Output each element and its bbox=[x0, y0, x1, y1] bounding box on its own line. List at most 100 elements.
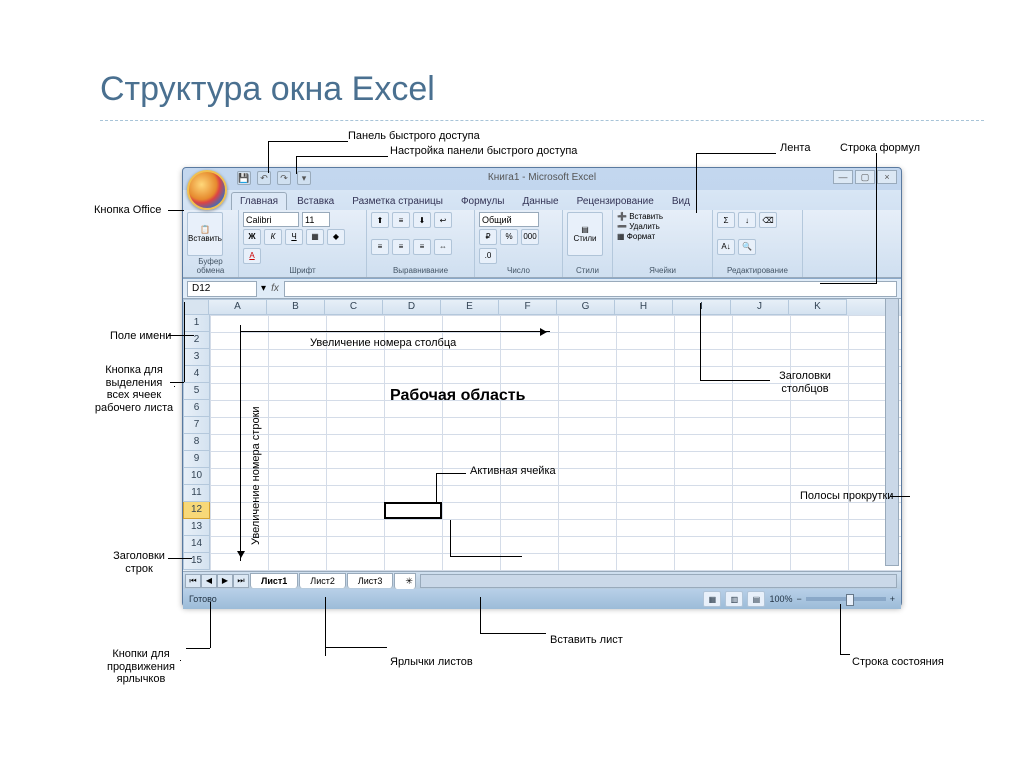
underline-button[interactable]: Ч bbox=[285, 229, 303, 245]
window-title: Книга1 - Microsoft Excel bbox=[488, 172, 596, 183]
row-12[interactable]: 12 bbox=[183, 502, 210, 519]
col-f[interactable]: F bbox=[499, 299, 557, 315]
autosum-icon[interactable]: Σ bbox=[717, 212, 735, 228]
col-i[interactable]: I bbox=[673, 299, 731, 315]
fill-color-button[interactable]: ◆ bbox=[327, 229, 345, 245]
office-button[interactable] bbox=[187, 170, 227, 210]
bold-button[interactable]: Ж bbox=[243, 229, 261, 245]
active-cell[interactable] bbox=[384, 502, 442, 519]
vertical-scrollbar[interactable] bbox=[885, 298, 899, 566]
comma-icon[interactable]: 000 bbox=[521, 229, 539, 245]
col-b[interactable]: B bbox=[267, 299, 325, 315]
callout-nav-buttons: Кнопки для продвижения ярлычков bbox=[96, 648, 186, 686]
group-alignment: Выравнивание bbox=[371, 265, 470, 275]
col-k[interactable]: K bbox=[789, 299, 847, 315]
col-g[interactable]: G bbox=[557, 299, 615, 315]
zoom-out-button[interactable]: − bbox=[796, 594, 801, 604]
col-c[interactable]: C bbox=[325, 299, 383, 315]
border-button[interactable]: ▦ bbox=[306, 229, 324, 245]
save-icon[interactable]: 💾 bbox=[237, 171, 251, 185]
customize-qa-icon[interactable]: ▾ bbox=[297, 171, 311, 185]
row-11[interactable]: 11 bbox=[183, 485, 210, 502]
number-format-select[interactable] bbox=[479, 212, 539, 227]
row-7[interactable]: 7 bbox=[183, 417, 210, 434]
find-icon[interactable]: 🔍 bbox=[738, 239, 756, 255]
tab-formulas[interactable]: Формулы bbox=[453, 193, 513, 210]
maximize-button[interactable]: ▢ bbox=[855, 170, 875, 184]
align-left-icon[interactable]: ≡ bbox=[371, 239, 389, 255]
undo-icon[interactable]: ↶ bbox=[257, 171, 271, 185]
nav-first-icon[interactable]: ⏮ bbox=[185, 574, 201, 588]
font-name-select[interactable] bbox=[243, 212, 299, 227]
font-size-select[interactable] bbox=[302, 212, 330, 227]
row-4[interactable]: 4 bbox=[183, 366, 210, 383]
currency-icon[interactable]: ₽ bbox=[479, 229, 497, 245]
row-13[interactable]: 13 bbox=[183, 519, 210, 536]
nav-last-icon[interactable]: ⏭ bbox=[233, 574, 249, 588]
row-8[interactable]: 8 bbox=[183, 434, 210, 451]
insert-sheet-button[interactable]: ✳ bbox=[394, 573, 416, 589]
row-14[interactable]: 14 bbox=[183, 536, 210, 553]
fill-icon[interactable]: ↓ bbox=[738, 212, 756, 228]
view-break-icon[interactable]: ▤ bbox=[747, 591, 765, 607]
align-bot-icon[interactable]: ⬇ bbox=[413, 212, 431, 228]
align-mid-icon[interactable]: ≡ bbox=[392, 212, 410, 228]
col-h[interactable]: H bbox=[615, 299, 673, 315]
redo-icon[interactable]: ↷ bbox=[277, 171, 291, 185]
insert-cells-button[interactable]: ➕ Вставить bbox=[617, 212, 663, 221]
merge-icon[interactable]: ⇔ bbox=[434, 239, 452, 255]
align-top-icon[interactable]: ⬆ bbox=[371, 212, 389, 228]
row-3[interactable]: 3 bbox=[183, 349, 210, 366]
nav-next-icon[interactable]: ▶ bbox=[217, 574, 233, 588]
col-increase-label: Увеличение номера столбца bbox=[310, 337, 456, 349]
sort-icon[interactable]: A↓ bbox=[717, 239, 735, 255]
name-box[interactable] bbox=[187, 281, 257, 297]
view-normal-icon[interactable]: ▦ bbox=[703, 591, 721, 607]
col-d[interactable]: D bbox=[383, 299, 441, 315]
col-j[interactable]: J bbox=[731, 299, 789, 315]
percent-icon[interactable]: % bbox=[500, 229, 518, 245]
row-10[interactable]: 10 bbox=[183, 468, 210, 485]
styles-button[interactable]: ▤Стили bbox=[567, 212, 603, 256]
italic-button[interactable]: К bbox=[264, 229, 282, 245]
col-a[interactable]: A bbox=[209, 299, 267, 315]
clear-icon[interactable]: ⌫ bbox=[759, 212, 777, 228]
align-center-icon[interactable]: ≡ bbox=[392, 239, 410, 255]
tab-page-layout[interactable]: Разметка страницы bbox=[344, 193, 451, 210]
formula-input[interactable] bbox=[284, 281, 897, 297]
wrap-text-icon[interactable]: ↩ bbox=[434, 212, 452, 228]
align-right-icon[interactable]: ≡ bbox=[413, 239, 431, 255]
fx-icon[interactable]: fx bbox=[266, 283, 284, 294]
row-9[interactable]: 9 bbox=[183, 451, 210, 468]
inc-decimal-icon[interactable]: .0 bbox=[479, 248, 497, 264]
status-bar: Готово ▦ ▥ ▤ 100% − + bbox=[183, 589, 901, 609]
zoom-in-button[interactable]: + bbox=[890, 594, 895, 604]
nav-prev-icon[interactable]: ◀ bbox=[201, 574, 217, 588]
row-1[interactable]: 1 bbox=[183, 315, 210, 332]
view-layout-icon[interactable]: ▥ bbox=[725, 591, 743, 607]
tab-data[interactable]: Данные bbox=[514, 193, 566, 210]
paste-button[interactable]: 📋Вставить bbox=[187, 212, 223, 256]
tab-home[interactable]: Главная bbox=[231, 192, 287, 210]
work-area-label: Рабочая область bbox=[390, 387, 525, 405]
row-15[interactable]: 15 bbox=[183, 553, 210, 570]
sheet-tab-1[interactable]: Лист1 bbox=[250, 573, 298, 588]
row-6[interactable]: 6 bbox=[183, 400, 210, 417]
horizontal-scrollbar[interactable] bbox=[420, 574, 897, 588]
format-cells-button[interactable]: ▦ Формат bbox=[617, 232, 655, 241]
cell-grid[interactable]: Увеличение номера столбца Увеличение ном… bbox=[210, 315, 901, 571]
delete-cells-button[interactable]: ➖ Удалить bbox=[617, 222, 660, 231]
tab-review[interactable]: Рецензирование bbox=[569, 193, 662, 210]
close-button[interactable]: × bbox=[877, 170, 897, 184]
font-color-button[interactable]: A bbox=[243, 248, 261, 264]
tab-view[interactable]: Вид bbox=[664, 193, 698, 210]
zoom-slider[interactable] bbox=[806, 597, 886, 601]
titlebar: 💾 ↶ ↷ ▾ Книга1 - Microsoft Excel — ▢ × bbox=[183, 168, 901, 190]
sheet-tab-2[interactable]: Лист2 bbox=[299, 573, 346, 588]
sheet-tab-3[interactable]: Лист3 bbox=[347, 573, 394, 588]
row-5[interactable]: 5 bbox=[183, 383, 210, 400]
tab-insert[interactable]: Вставка bbox=[289, 193, 342, 210]
col-e[interactable]: E bbox=[441, 299, 499, 315]
select-all-corner[interactable] bbox=[183, 299, 209, 315]
minimize-button[interactable]: — bbox=[833, 170, 853, 184]
